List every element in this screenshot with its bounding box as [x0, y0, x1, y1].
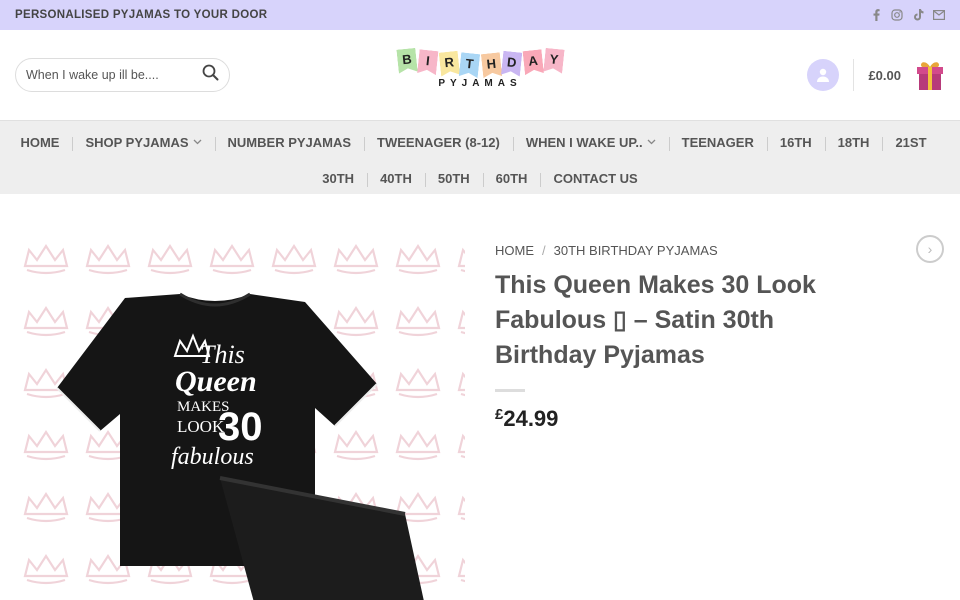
next-product-button[interactable]: ›: [916, 235, 944, 263]
print-line2: Queen: [175, 365, 257, 398]
nav-item-teenager[interactable]: TEENAGER: [668, 134, 767, 151]
chevron-right-icon: ›: [927, 241, 933, 257]
facebook-icon[interactable]: [870, 9, 882, 21]
social-links: [870, 9, 945, 21]
nav-row-primary: HOME SHOP PYJAMAS NUMBER PYJAMAS TWEENAGER …: [0, 124, 960, 160]
logo-flag: A: [522, 49, 543, 75]
nav-item-label: WHEN I WAKE UP..: [525, 134, 643, 150]
chevron-down-icon: [193, 137, 202, 148]
nav-item-label: TWEENAGER (8-12): [377, 134, 500, 150]
nav-item-40th[interactable]: 40TH: [367, 170, 425, 187]
search-box: [15, 58, 230, 92]
nav-item-number-pyjamas[interactable]: NUMBER PYJAMAS: [214, 134, 365, 151]
nav-item-60th[interactable]: 60TH: [482, 170, 541, 187]
nav-item-21st[interactable]: 21ST: [882, 134, 939, 151]
nav-item-16th[interactable]: 16TH: [766, 134, 825, 151]
logo-flag: Y: [543, 48, 564, 74]
product-price: £24.99: [495, 406, 825, 432]
price-value: 24.99: [503, 406, 559, 431]
nav-item-label: 40TH: [380, 170, 412, 186]
logo-flag: R: [438, 51, 459, 77]
logo-flag: D: [500, 51, 521, 77]
logo-subtitle: PYJAMAS: [438, 78, 522, 89]
product-title: This Queen Makes 30 Look Fabulous ▯ – Sa…: [495, 271, 816, 369]
print-line5: fabulous: [171, 444, 254, 470]
nav-item-contact-us[interactable]: CONTACT US: [540, 170, 650, 187]
nav-item-home[interactable]: HOME: [20, 135, 72, 150]
header-divider: [853, 59, 855, 91]
nav-row-secondary: 30TH 40TH 50TH 60TH CONTACT US: [0, 160, 960, 196]
search-icon[interactable]: [202, 64, 219, 86]
logo-flag: B: [396, 48, 417, 74]
product-photo: This Queen MAKES LOOK 30 fabulous: [15, 236, 465, 600]
chevron-down-icon: [647, 137, 656, 148]
account-icon[interactable]: [807, 59, 840, 91]
site-header: BIRTHDAY PYJAMAS £0.00: [0, 30, 960, 120]
logo-flag: H: [480, 52, 501, 78]
breadcrumb: HOME / 30TH BIRTHDAY PYJAMAS: [495, 243, 825, 258]
logo-flag: I: [417, 49, 438, 75]
nav-item-30th[interactable]: 30TH: [309, 171, 367, 186]
product-section: This Queen MAKES LOOK 30 fabulous HOME /…: [0, 194, 960, 600]
nav-item-when-i-wake-up[interactable]: WHEN I WAKE UP..: [512, 134, 669, 151]
breadcrumb-category[interactable]: 30TH BIRTHDAY PYJAMAS: [554, 243, 718, 258]
nav-item-18th[interactable]: 18TH: [824, 134, 883, 151]
nav-item-shop-pyjamas[interactable]: SHOP PYJAMAS: [72, 134, 214, 151]
nav-item-label: 21ST: [895, 134, 927, 150]
logo-flag: T: [458, 52, 479, 78]
nav-item-label: SHOP PYJAMAS: [85, 134, 189, 150]
nav-item-label: 18TH: [837, 134, 870, 150]
price-currency: £: [495, 406, 504, 423]
breadcrumb-home[interactable]: HOME: [495, 243, 534, 258]
nav-item-label: TEENAGER: [681, 134, 754, 150]
title-divider: [495, 389, 525, 392]
top-bar: PERSONALISED PYJAMAS TO YOUR DOOR: [0, 0, 960, 30]
promo-text: PERSONALISED PYJAMAS TO YOUR DOOR: [15, 9, 268, 21]
nav-item-label: 50TH: [437, 170, 470, 186]
nav-item-label: CONTACT US: [553, 170, 638, 186]
main-navigation: HOME SHOP PYJAMAS NUMBER PYJAMAS TWEENAGER …: [0, 120, 960, 194]
email-icon[interactable]: [933, 9, 945, 21]
tiktok-icon[interactable]: [912, 9, 924, 21]
nav-item-50th[interactable]: 50TH: [424, 170, 483, 187]
nav-item-label: NUMBER PYJAMAS: [227, 134, 352, 150]
breadcrumb-separator: /: [542, 243, 546, 258]
instagram-icon[interactable]: [891, 9, 903, 21]
site-logo[interactable]: BIRTHDAY PYJAMAS: [393, 48, 568, 108]
nav-item-label: HOME: [20, 134, 60, 150]
nav-item-label: 30TH: [322, 170, 355, 186]
cart-total[interactable]: £0.00: [868, 68, 901, 83]
nav-item-tweenager-8-12[interactable]: TWEENAGER (8-12): [364, 134, 513, 151]
product-details: HOME / 30TH BIRTHDAY PYJAMAS This Queen …: [495, 236, 825, 600]
logo-bunting: BIRTHDAY: [397, 48, 563, 72]
cart-gift-icon[interactable]: [915, 59, 945, 91]
header-actions: £0.00: [807, 59, 945, 91]
search-input[interactable]: [26, 68, 202, 82]
nav-item-label: 16TH: [779, 134, 812, 150]
print-number: 30: [218, 405, 263, 449]
product-image[interactable]: This Queen MAKES LOOK 30 fabulous: [15, 236, 465, 600]
nav-item-label: 60TH: [495, 170, 528, 186]
